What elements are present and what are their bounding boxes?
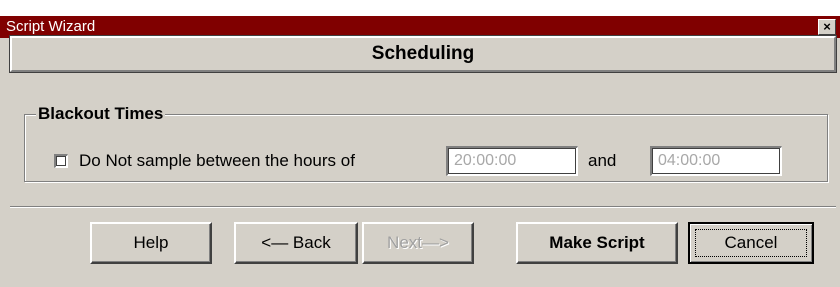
make-script-button[interactable]: Make Script bbox=[516, 222, 678, 264]
end-time-field[interactable]: 04:00:00 bbox=[650, 146, 782, 176]
close-icon: × bbox=[823, 19, 831, 34]
group-legend: Blackout Times bbox=[36, 104, 166, 124]
cancel-button[interactable]: Cancel bbox=[688, 222, 814, 264]
back-button[interactable]: <— Back bbox=[234, 222, 358, 264]
start-time-field[interactable]: 20:00:00 bbox=[446, 146, 578, 176]
close-button[interactable]: × bbox=[818, 19, 836, 35]
page-title-panel: Scheduling bbox=[9, 35, 837, 73]
title-bar[interactable]: Script Wizard × bbox=[0, 16, 840, 38]
blackout-checkbox[interactable] bbox=[54, 154, 68, 168]
and-label: and bbox=[588, 151, 617, 170]
page-title: Scheduling bbox=[371, 43, 475, 64]
cancel-label: Cancel bbox=[724, 233, 778, 252]
blackout-checkbox-label[interactable]: Do Not sample between the hours of bbox=[79, 150, 355, 172]
window-title: Script Wizard bbox=[6, 18, 96, 35]
separator bbox=[10, 206, 836, 208]
background-partial-heading bbox=[0, 0, 840, 16]
next-button[interactable]: Next—> bbox=[362, 222, 474, 264]
help-button[interactable]: Help bbox=[90, 222, 212, 264]
